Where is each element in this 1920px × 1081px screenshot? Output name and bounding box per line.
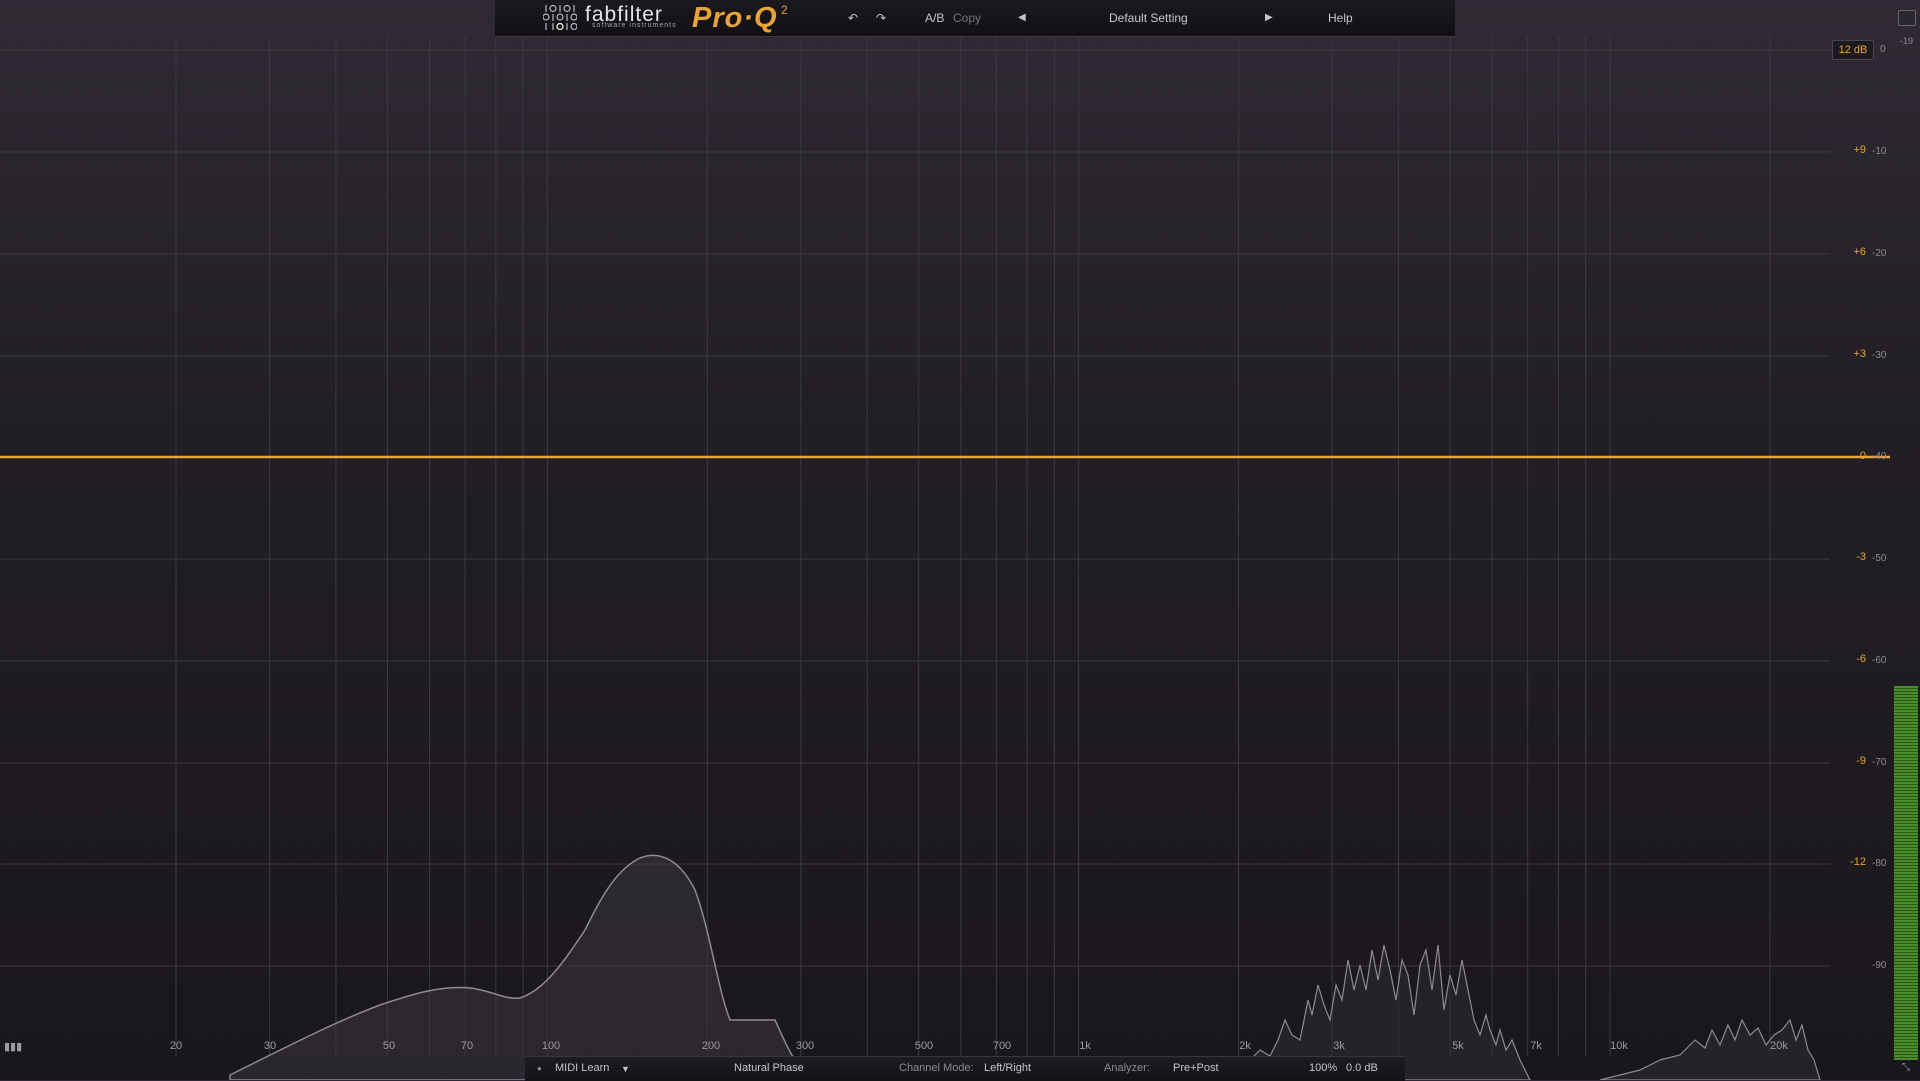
analyzer-scale-label: -10 xyxy=(1872,146,1887,157)
midi-learn-button[interactable]: MIDI Learn xyxy=(555,1062,609,1074)
freq-label: 20 xyxy=(169,1040,183,1052)
analyzer-scale-label: -50 xyxy=(1872,553,1887,564)
analyzer-scale-label: -30 xyxy=(1872,350,1887,361)
freq-label: 300 xyxy=(795,1040,815,1052)
phase-mode-select[interactable]: Natural Phase xyxy=(734,1062,804,1074)
gain-scale-label: +6 xyxy=(1853,246,1866,258)
freq-label: 1k xyxy=(1079,1040,1091,1052)
output-level-meter xyxy=(1894,686,1918,1060)
fullscreen-icon[interactable] xyxy=(1898,10,1916,26)
gain-scale-label: -9 xyxy=(1856,755,1866,767)
eq-display[interactable] xyxy=(0,0,1920,1080)
redo-icon[interactable]: ↷ xyxy=(876,11,886,25)
freq-label: 10k xyxy=(1610,1040,1628,1052)
zoom-value[interactable]: 100% xyxy=(1309,1062,1337,1074)
gain-scale-label: 0 xyxy=(1859,450,1866,462)
product-name: Pro·Q xyxy=(692,2,778,34)
freq-label: 100 xyxy=(541,1040,561,1052)
gain-scale-label: -6 xyxy=(1856,653,1866,665)
frequency-grid xyxy=(175,36,1771,1056)
fabfilter-logo-icon xyxy=(543,4,577,31)
freq-label: 700 xyxy=(992,1040,1012,1052)
top-toolbar: fabfilter software instruments Pro·Q 2 ↶… xyxy=(495,0,1455,37)
analyzer-label: Analyzer: xyxy=(1104,1062,1150,1074)
gain-scale-label: -3 xyxy=(1856,551,1866,563)
next-preset-icon[interactable]: ▶ xyxy=(1265,11,1273,25)
freq-label: 30 xyxy=(263,1040,277,1052)
resize-handle-icon[interactable]: ⤡ xyxy=(1902,1062,1910,1073)
freq-label: 5k xyxy=(1452,1040,1464,1052)
gain-grid xyxy=(0,49,1830,967)
analyzer-scale-label: -20 xyxy=(1872,248,1887,259)
analyzer-scale-label: -40 xyxy=(1872,451,1887,462)
freq-label: 500 xyxy=(914,1040,934,1052)
analyzer-scale-label: -60 xyxy=(1872,655,1887,666)
copy-button[interactable]: Copy xyxy=(953,11,981,25)
product-version: 2 xyxy=(781,3,788,17)
midi-dropdown-icon[interactable]: ▼ xyxy=(621,1064,630,1074)
freq-label: 50 xyxy=(382,1040,396,1052)
freq-label: 3k xyxy=(1333,1040,1345,1052)
output-gain-value[interactable]: 0.0 dB xyxy=(1346,1062,1378,1074)
gain-scale-label: -12 xyxy=(1850,856,1866,868)
gain-scale-label: +3 xyxy=(1853,348,1866,360)
help-menu[interactable]: Help xyxy=(1328,11,1353,25)
freq-label: 7k xyxy=(1530,1040,1542,1052)
preset-name[interactable]: Default Setting xyxy=(1109,11,1188,25)
brand-subtitle: software instruments xyxy=(592,22,677,29)
undo-icon[interactable]: ↶ xyxy=(848,11,858,25)
channel-mode-select[interactable]: Left/Right xyxy=(984,1062,1031,1074)
ab-button[interactable]: A/B xyxy=(925,11,944,25)
analyzer-scale-label: 0 xyxy=(1880,44,1886,55)
display-range-button[interactable]: 12 dB xyxy=(1832,40,1874,60)
channel-mode-label: Channel Mode: xyxy=(899,1062,974,1074)
analyzer-mode-select[interactable]: Pre+Post xyxy=(1173,1062,1219,1074)
previous-preset-icon[interactable]: ◀ xyxy=(1018,11,1026,25)
analyzer-settings-icon[interactable]: ▮▮▮ xyxy=(4,1040,22,1053)
freq-label: 2k xyxy=(1239,1040,1251,1052)
gain-scale-label: +9 xyxy=(1853,144,1866,156)
freq-label: 200 xyxy=(701,1040,721,1052)
freq-label: 70 xyxy=(460,1040,474,1052)
freq-label: 20k xyxy=(1770,1040,1788,1052)
midi-indicator-icon: ● xyxy=(537,1064,542,1073)
bottom-toolbar: ● MIDI Learn ▼ Natural Phase Channel Mod… xyxy=(525,1056,1405,1081)
